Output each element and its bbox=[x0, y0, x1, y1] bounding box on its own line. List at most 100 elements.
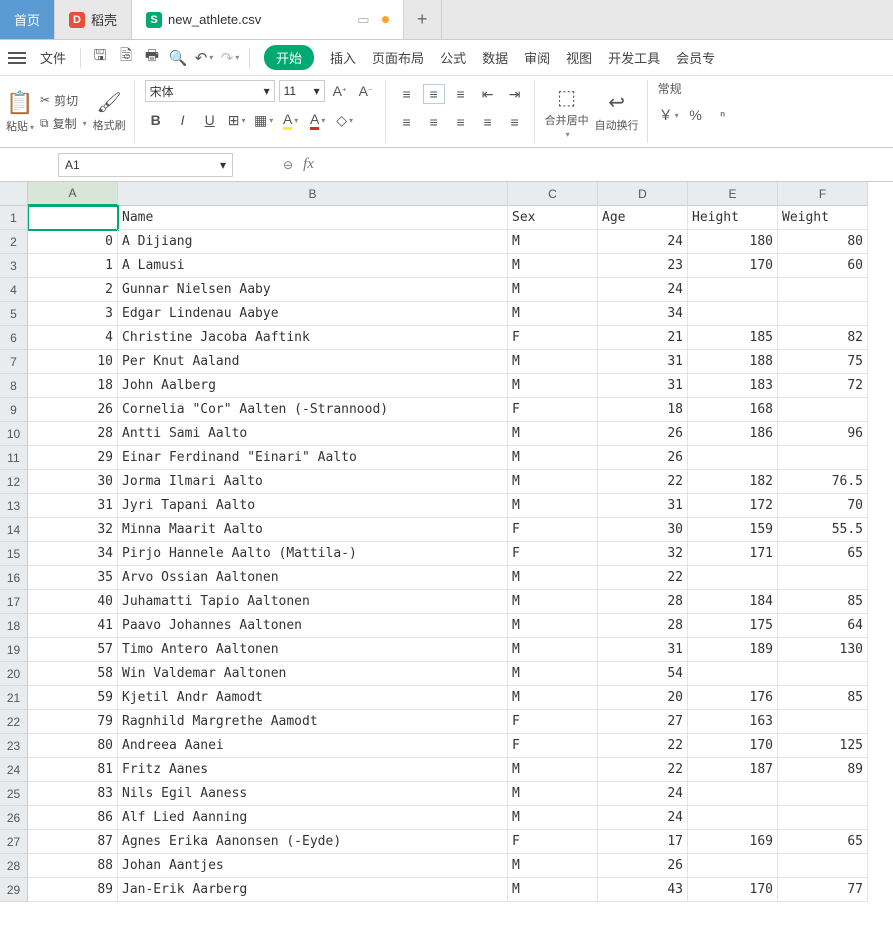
cell[interactable]: Pirjo Hannele Aalto (Mattila-) bbox=[118, 542, 508, 566]
cell[interactable]: 32 bbox=[28, 518, 118, 542]
cell[interactable]: Win Valdemar Aaltonen bbox=[118, 662, 508, 686]
cell[interactable]: M bbox=[508, 878, 598, 902]
cell[interactable] bbox=[688, 662, 778, 686]
menu-data[interactable]: 数据 bbox=[476, 44, 514, 71]
menu-file[interactable]: 文件 bbox=[34, 44, 72, 71]
cell[interactable]: Arvo Ossian Aaltonen bbox=[118, 566, 508, 590]
cell[interactable]: 10 bbox=[28, 350, 118, 374]
format-painter-button[interactable]: 🖌 格式刷 bbox=[93, 90, 126, 133]
cell[interactable]: Antti Sami Aalto bbox=[118, 422, 508, 446]
row-header[interactable]: 18 bbox=[0, 614, 28, 638]
cell[interactable]: M bbox=[508, 446, 598, 470]
cell[interactable]: 85 bbox=[778, 590, 868, 614]
cell[interactable]: 186 bbox=[688, 422, 778, 446]
cell[interactable]: 80 bbox=[778, 230, 868, 254]
cell[interactable]: Fritz Aanes bbox=[118, 758, 508, 782]
align-right-icon[interactable]: ≡ bbox=[450, 112, 472, 132]
name-box[interactable]: A1▾ bbox=[58, 153, 233, 177]
align-bottom-icon[interactable]: ≡ bbox=[450, 84, 472, 104]
cell[interactable]: 65 bbox=[778, 542, 868, 566]
row-header[interactable]: 17 bbox=[0, 590, 28, 614]
cell[interactable]: M bbox=[508, 566, 598, 590]
cell[interactable]: 169 bbox=[688, 830, 778, 854]
cell[interactable]: 170 bbox=[688, 878, 778, 902]
cell[interactable]: 24 bbox=[598, 806, 688, 830]
decrease-font-icon[interactable]: A⁻ bbox=[355, 81, 377, 101]
cell[interactable]: M bbox=[508, 782, 598, 806]
cell[interactable] bbox=[688, 278, 778, 302]
cell[interactable]: 125 bbox=[778, 734, 868, 758]
print-icon[interactable]: 🖶 bbox=[141, 47, 163, 69]
cell[interactable]: 2 bbox=[28, 278, 118, 302]
menu-dev[interactable]: 开发工具 bbox=[602, 44, 666, 71]
increase-font-icon[interactable]: A⁺ bbox=[329, 81, 351, 101]
cell[interactable]: 22 bbox=[598, 470, 688, 494]
align-middle-icon[interactable]: ≡ bbox=[423, 84, 445, 104]
cell[interactable]: 26 bbox=[28, 398, 118, 422]
fx-icon[interactable]: fx bbox=[303, 156, 314, 173]
cell[interactable]: 187 bbox=[688, 758, 778, 782]
cell[interactable]: 22 bbox=[598, 566, 688, 590]
cell[interactable]: 184 bbox=[688, 590, 778, 614]
cell[interactable] bbox=[778, 710, 868, 734]
cell[interactable]: 88 bbox=[28, 854, 118, 878]
cell[interactable]: 188 bbox=[688, 350, 778, 374]
row-header[interactable]: 24 bbox=[0, 758, 28, 782]
cell[interactable]: Juhamatti Tapio Aaltonen bbox=[118, 590, 508, 614]
menu-review[interactable]: 审阅 bbox=[518, 44, 556, 71]
cell[interactable]: 26 bbox=[598, 446, 688, 470]
column-header-E[interactable]: E bbox=[688, 182, 778, 206]
cell[interactable]: 168 bbox=[688, 398, 778, 422]
row-header[interactable]: 7 bbox=[0, 350, 28, 374]
cell[interactable]: 159 bbox=[688, 518, 778, 542]
tab-file-active[interactable]: S new_athlete.csv ▭ bbox=[132, 0, 404, 39]
menu-insert[interactable]: 插入 bbox=[324, 44, 362, 71]
menu-view[interactable]: 视图 bbox=[560, 44, 598, 71]
cell[interactable]: 83 bbox=[28, 782, 118, 806]
cell[interactable]: Jorma Ilmari Aalto bbox=[118, 470, 508, 494]
cell[interactable]: 22 bbox=[598, 758, 688, 782]
menu-start[interactable]: 开始 bbox=[264, 45, 314, 70]
merge-cells-button[interactable]: ⬚ 合并居中 bbox=[545, 85, 589, 139]
cell[interactable]: 172 bbox=[688, 494, 778, 518]
row-header[interactable]: 25 bbox=[0, 782, 28, 806]
cell[interactable]: 28 bbox=[598, 614, 688, 638]
cell[interactable] bbox=[688, 566, 778, 590]
cell[interactable]: John Aalberg bbox=[118, 374, 508, 398]
row-header[interactable]: 19 bbox=[0, 638, 28, 662]
cell[interactable]: 3 bbox=[28, 302, 118, 326]
cell[interactable] bbox=[778, 278, 868, 302]
wrap-text-button[interactable]: ↩ 自动换行 bbox=[595, 90, 639, 133]
cell[interactable]: 182 bbox=[688, 470, 778, 494]
row-header[interactable]: 15 bbox=[0, 542, 28, 566]
cell[interactable]: 70 bbox=[778, 494, 868, 518]
cell[interactable]: M bbox=[508, 374, 598, 398]
cell[interactable]: F bbox=[508, 830, 598, 854]
column-header-D[interactable]: D bbox=[598, 182, 688, 206]
cancel-formula-icon[interactable]: ⊖ bbox=[283, 158, 293, 172]
cell[interactable]: 21 bbox=[598, 326, 688, 350]
cell[interactable]: 189 bbox=[688, 638, 778, 662]
cell[interactable]: Andreea Aanei bbox=[118, 734, 508, 758]
cell[interactable]: 58 bbox=[28, 662, 118, 686]
cell[interactable] bbox=[778, 662, 868, 686]
save-as-icon[interactable]: 🗟 bbox=[115, 47, 137, 69]
cell[interactable]: Gunnar Nielsen Aaby bbox=[118, 278, 508, 302]
cell[interactable]: M bbox=[508, 350, 598, 374]
cell[interactable]: 89 bbox=[778, 758, 868, 782]
cell[interactable]: F bbox=[508, 518, 598, 542]
cell[interactable] bbox=[688, 446, 778, 470]
cell[interactable]: 0 bbox=[28, 230, 118, 254]
cell[interactable]: 40 bbox=[28, 590, 118, 614]
fill-color-button[interactable]: A bbox=[280, 110, 302, 130]
tab-new[interactable]: + bbox=[404, 0, 442, 39]
border-button[interactable]: ⊞ bbox=[226, 110, 248, 130]
cell[interactable]: M bbox=[508, 758, 598, 782]
cell[interactable] bbox=[778, 782, 868, 806]
cell[interactable]: 41 bbox=[28, 614, 118, 638]
cell[interactable] bbox=[688, 782, 778, 806]
save-icon[interactable]: 🖫 bbox=[89, 47, 111, 69]
cell[interactable]: Sex bbox=[508, 206, 598, 230]
row-header[interactable]: 3 bbox=[0, 254, 28, 278]
menu-formula[interactable]: 公式 bbox=[434, 44, 472, 71]
